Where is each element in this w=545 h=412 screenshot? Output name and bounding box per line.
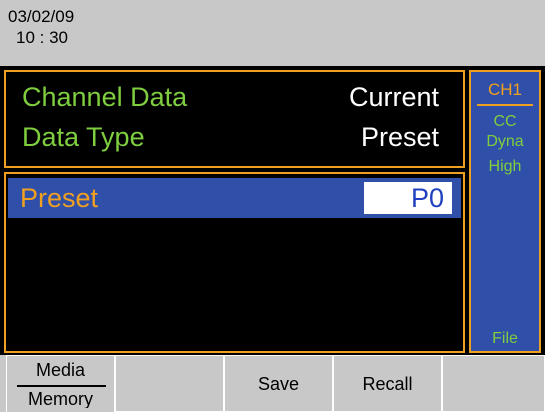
file-indicator: File: [492, 330, 518, 347]
data-info-panel: Channel Data Current Data Type Preset: [4, 70, 465, 168]
save-label: Save: [257, 374, 300, 394]
preset-value: P0: [410, 183, 444, 213]
date-display: 03/02/09: [8, 7, 75, 26]
data-type-value[interactable]: Preset: [361, 122, 439, 153]
dynamic-indicator: Dyna: [486, 133, 524, 150]
data-type-label: Data Type: [22, 122, 145, 152]
blank-softkey-5[interactable]: [442, 355, 545, 412]
memory-label: Memory: [27, 389, 93, 409]
blank-softkey-2[interactable]: [115, 355, 224, 412]
channel-indicator: CH1: [487, 80, 522, 99]
media-memory-softkey[interactable]: Media Memory: [6, 355, 115, 412]
time-display: 10 : 30: [16, 28, 68, 47]
save-softkey[interactable]: Save: [224, 355, 333, 412]
channel-status-panel: CH1 CC Dyna High File: [469, 70, 541, 353]
channel-data-value[interactable]: Current: [349, 82, 439, 113]
media-label: Media: [35, 360, 86, 380]
media-divider: [17, 385, 106, 387]
status-header: 03/02/09 10 : 30: [0, 0, 545, 66]
softkey-bar: Media Memory Save Recall: [0, 355, 545, 412]
range-indicator: High: [488, 158, 522, 175]
recall-label: Recall: [362, 374, 413, 394]
preset-label: Preset: [20, 183, 99, 213]
recall-softkey[interactable]: Recall: [333, 355, 442, 412]
preset-value-field[interactable]: P0: [364, 182, 452, 214]
channel-divider: [477, 104, 533, 106]
mode-indicator: CC: [493, 113, 517, 130]
preset-row[interactable]: Preset P0: [8, 178, 461, 218]
preset-panel: Preset P0: [4, 172, 465, 353]
channel-data-label: Channel Data: [22, 82, 188, 112]
